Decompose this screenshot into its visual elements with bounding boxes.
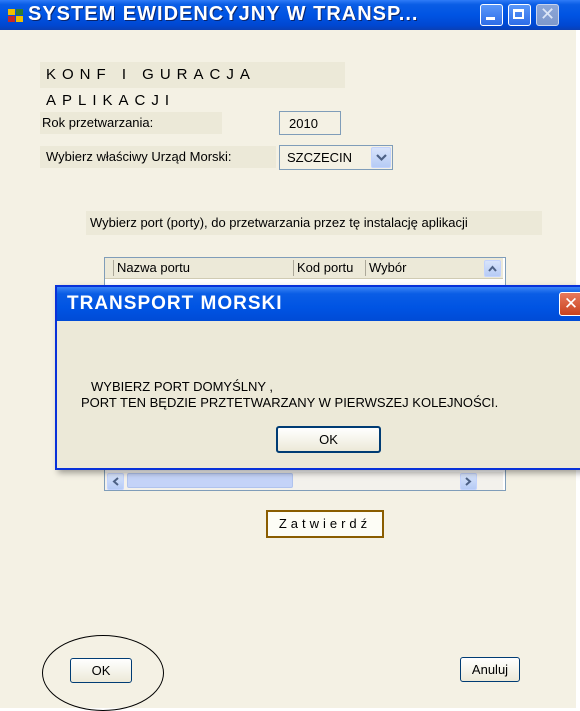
dialog-message-line-2: PORT TEN BĘDZIE PRZTETWARZANY W PIERWSZE… <box>81 395 499 410</box>
close-button[interactable]: ✕ <box>536 4 559 26</box>
port-instruction: Wybierz port (porty), do przetwarzania p… <box>86 211 542 235</box>
chevron-up-icon <box>488 265 497 272</box>
minimize-button[interactable] <box>480 4 503 26</box>
app-icon <box>8 9 23 22</box>
column-separator <box>293 260 294 276</box>
annotation-circle <box>42 635 164 711</box>
column-header-port-code[interactable]: Kod portu <box>297 260 353 275</box>
column-header-port-name[interactable]: Nazwa portu <box>117 260 190 275</box>
cancel-button[interactable]: Anuluj <box>460 657 520 682</box>
dialog-message-line-1: WYBIERZ PORT DOMYŚLNY , <box>91 379 274 394</box>
dialog-title-bar[interactable]: TRANSPORT MORSKI ✕ <box>57 287 580 321</box>
column-header-selection[interactable]: Wybór <box>369 260 406 275</box>
title-bar[interactable]: SYSTEM EWIDENCYJNY W TRANSP... ✕ <box>0 0 580 30</box>
maximize-icon <box>513 9 524 19</box>
column-separator <box>113 260 114 276</box>
close-icon: ✕ <box>563 294 579 313</box>
horizontal-scrollbar[interactable] <box>105 472 503 490</box>
message-dialog: TRANSPORT MORSKI ✕ WYBIERZ PORT DOMYŚLNY… <box>55 285 580 470</box>
column-separator <box>365 260 366 276</box>
chevron-left-icon <box>112 477 119 486</box>
scroll-right-button[interactable] <box>460 473 477 490</box>
scrollbar-thumb[interactable] <box>127 473 293 488</box>
scroll-up-button[interactable] <box>484 260 501 277</box>
scroll-left-button[interactable] <box>107 473 124 490</box>
minimize-icon <box>486 17 495 20</box>
window-title: SYSTEM EWIDENCYJNY W TRANSP... <box>28 3 419 25</box>
dialog-ok-button[interactable]: OK <box>276 426 381 453</box>
confirm-button[interactable]: Zatwierdź <box>266 510 384 538</box>
dialog-title: TRANSPORT MORSKI <box>67 293 283 314</box>
page-title: KONF I GURACJA APLIKACJI <box>40 62 345 109</box>
year-field[interactable]: 2010 <box>279 111 341 135</box>
dialog-close-button[interactable]: ✕ <box>559 292 580 316</box>
year-label: Rok przetwarzania: <box>40 112 222 134</box>
close-icon: ✕ <box>539 4 556 24</box>
maximize-button[interactable] <box>508 4 531 26</box>
chevron-right-icon <box>465 477 472 486</box>
chevron-down-icon <box>376 154 387 162</box>
maritime-office-label: Wybierz właściwy Urząd Morski: <box>40 146 276 168</box>
maritime-office-select[interactable]: SZCZECIN <box>279 145 393 170</box>
table-header: Nazwa portu Kod portu Wybór <box>105 258 503 279</box>
maritime-office-value: SZCZECIN <box>287 150 352 165</box>
dropdown-button[interactable] <box>371 147 391 168</box>
